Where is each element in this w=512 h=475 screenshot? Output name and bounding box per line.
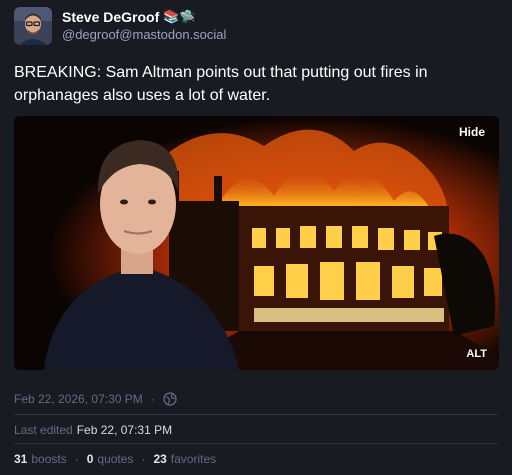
stats-row: 31 boosts · 0 quotes · 23 favorites [14,452,216,466]
edited-time[interactable]: Feb 22, 07:31 PM [77,423,172,437]
alt-text-badge[interactable]: ALT [466,348,487,360]
favorites-label[interactable]: favorites [171,452,216,466]
post-date-row: Feb 22, 2026, 07:30 PM · [14,392,177,406]
meta-separator: · [150,392,155,406]
author-display-name[interactable]: Steve DeGroof 📚🛸 [62,8,226,26]
globe-icon [163,392,177,406]
media-attachment[interactable]: Hide ALT [14,116,499,370]
divider [14,414,498,415]
edited-row: Last edited Feb 22, 07:31 PM [14,423,172,437]
avatar-image [14,7,52,45]
boosts-label[interactable]: boosts [31,452,66,466]
edited-label: Last edited [14,423,73,437]
avatar[interactable] [14,7,52,45]
author-emoji: 📚🛸 [163,9,196,24]
hide-media-button[interactable]: Hide [459,125,485,139]
post-header: Steve DeGroof 📚🛸 @degroof@mastodon.socia… [14,6,226,46]
favorites-count: 23 [153,452,167,466]
fire-photo [14,116,499,370]
stats-separator: · [74,452,79,466]
divider [14,443,498,444]
author-handle[interactable]: @degroof@mastodon.social [62,26,226,44]
boosts-count: 31 [14,452,28,466]
author-name-text: Steve DeGroof [62,9,160,25]
post-text: BREAKING: Sam Altman points out that put… [14,64,428,104]
post-timestamp[interactable]: Feb 22, 2026, 07:30 PM [14,392,143,406]
stats-separator: · [141,452,146,466]
quotes-count: 0 [86,452,94,466]
quotes-label[interactable]: quotes [97,452,133,466]
